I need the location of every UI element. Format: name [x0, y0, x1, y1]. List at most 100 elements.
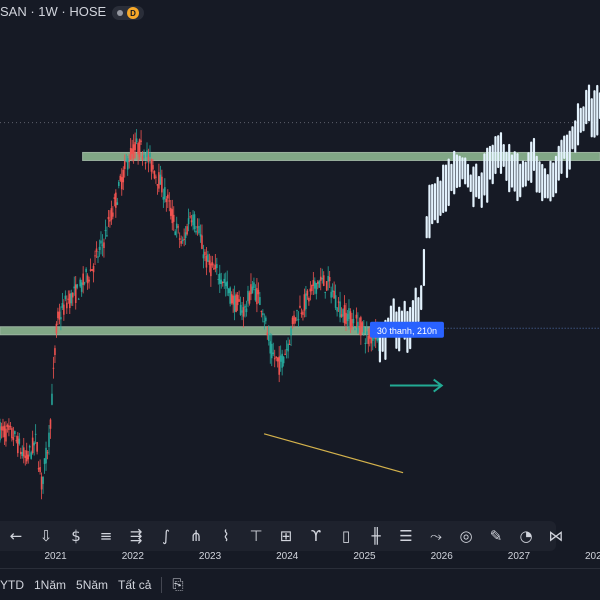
candle-body	[112, 212, 114, 217]
candle-body	[357, 321, 359, 333]
path-icon[interactable]: ⤳	[424, 524, 448, 548]
candle-body	[58, 311, 61, 320]
x-tick-label: 2027	[508, 551, 531, 562]
candle-body	[257, 289, 260, 295]
candle-body	[284, 353, 286, 355]
candle-body	[138, 139, 141, 158]
flat-channel-icon[interactable]: ⇶	[124, 524, 148, 548]
gauge-icon[interactable]: ◔	[514, 524, 538, 548]
range-all-button[interactable]: Tất cả	[118, 578, 151, 592]
parallel-channel-icon[interactable]: ≡	[94, 524, 118, 548]
candle-body	[5, 428, 7, 442]
candle-body	[367, 335, 370, 344]
projection-bars	[378, 84, 600, 363]
candle-body	[85, 268, 87, 273]
candle-body	[309, 288, 312, 292]
candle-body	[64, 295, 67, 300]
arrow-down-icon[interactable]: ⇩	[34, 524, 58, 548]
candle-body	[195, 230, 197, 233]
candle-body	[312, 280, 315, 286]
candle-body	[351, 319, 353, 328]
pattern-icon[interactable]: ⋈	[544, 524, 568, 548]
candle-body	[88, 279, 90, 282]
candle-body	[315, 282, 318, 294]
candle-body	[0, 421, 1, 441]
candle-body	[265, 317, 267, 322]
candle-body	[239, 304, 242, 315]
candle-body	[269, 341, 272, 354]
candle-body	[318, 280, 321, 288]
price-chart[interactable]: 30 thanh, 210n2021 2022 2023 2024 2025 2026 20…	[0, 0, 600, 600]
candle-body	[330, 291, 332, 298]
pen-icon[interactable]: ✎	[484, 524, 508, 548]
candle-body	[354, 328, 356, 330]
x-tick-label: 2023	[199, 551, 222, 562]
candle-body	[282, 356, 285, 364]
range-5-year-button[interactable]: 5Năm	[76, 578, 108, 592]
candle-body	[281, 353, 283, 368]
candle-body	[67, 298, 70, 300]
fork-icon[interactable]: ϒ	[304, 524, 328, 548]
candle-body	[158, 172, 160, 189]
range-1-year-button[interactable]: 1Năm	[34, 578, 66, 592]
candle-body	[244, 305, 246, 308]
candle-body	[247, 290, 249, 302]
curve-icon[interactable]: ∫	[154, 524, 178, 548]
circle-target-icon[interactable]: ◎	[454, 524, 478, 548]
candle-body	[290, 327, 292, 336]
candle-body	[186, 226, 188, 235]
candle-body	[349, 311, 352, 328]
range-ytd-button[interactable]: YTD	[0, 578, 24, 592]
support-trendline	[263, 433, 404, 474]
candle-body	[98, 246, 101, 250]
candle-body	[324, 291, 327, 293]
candle-body	[218, 273, 221, 284]
pitchfork-icon[interactable]: ⋔	[184, 524, 208, 548]
candle-body	[134, 142, 136, 150]
candle-body	[52, 367, 55, 369]
candle-body	[31, 437, 34, 454]
candle-body	[143, 154, 145, 159]
candle-body	[28, 445, 31, 448]
candle-icon[interactable]: ╫	[364, 524, 388, 548]
shape-icon[interactable]: ▯	[334, 524, 358, 548]
candle-body	[167, 194, 169, 199]
candle-body	[101, 244, 104, 246]
candle-body	[39, 467, 41, 473]
candle-body	[210, 263, 212, 277]
candle-body	[36, 442, 38, 452]
brush-icon[interactable]: ⌇	[214, 524, 238, 548]
vertical-line-icon[interactable]: ⊤	[244, 524, 268, 548]
candle-body	[126, 158, 129, 170]
candle-body	[360, 317, 362, 336]
candle-body	[224, 282, 227, 287]
crosshair-box-icon[interactable]: ⊞	[274, 524, 298, 548]
candle-body	[106, 235, 108, 237]
price-note-icon[interactable]: $	[64, 524, 88, 548]
candle-body	[328, 277, 331, 282]
candle-body	[15, 440, 18, 442]
candle-body	[198, 225, 200, 234]
candle-body	[314, 281, 316, 289]
arrow-left-icon[interactable]: ←	[4, 524, 28, 548]
candle-body	[22, 447, 25, 457]
text-lines-icon[interactable]: ☰	[394, 524, 418, 548]
candle-body	[229, 287, 231, 304]
candle-body	[74, 284, 77, 303]
calendar-icon[interactable]: ⎘	[172, 577, 183, 593]
measure-label: 30 thanh, 210n	[377, 326, 437, 336]
candle-body	[201, 235, 203, 249]
candle-body	[150, 159, 153, 172]
candle-body	[266, 332, 269, 336]
candle-body	[235, 294, 237, 312]
candle-body	[348, 308, 350, 320]
candle-body	[131, 148, 133, 155]
candle-body	[77, 298, 80, 300]
candle-body	[141, 156, 144, 160]
candle-body	[61, 303, 64, 308]
candle-body	[174, 231, 177, 236]
market-status-badge[interactable]: D	[112, 6, 144, 20]
candle-body	[55, 323, 58, 334]
candle-body	[34, 433, 37, 435]
symbol-title[interactable]: SAN · 1W · HOSE	[0, 4, 106, 19]
